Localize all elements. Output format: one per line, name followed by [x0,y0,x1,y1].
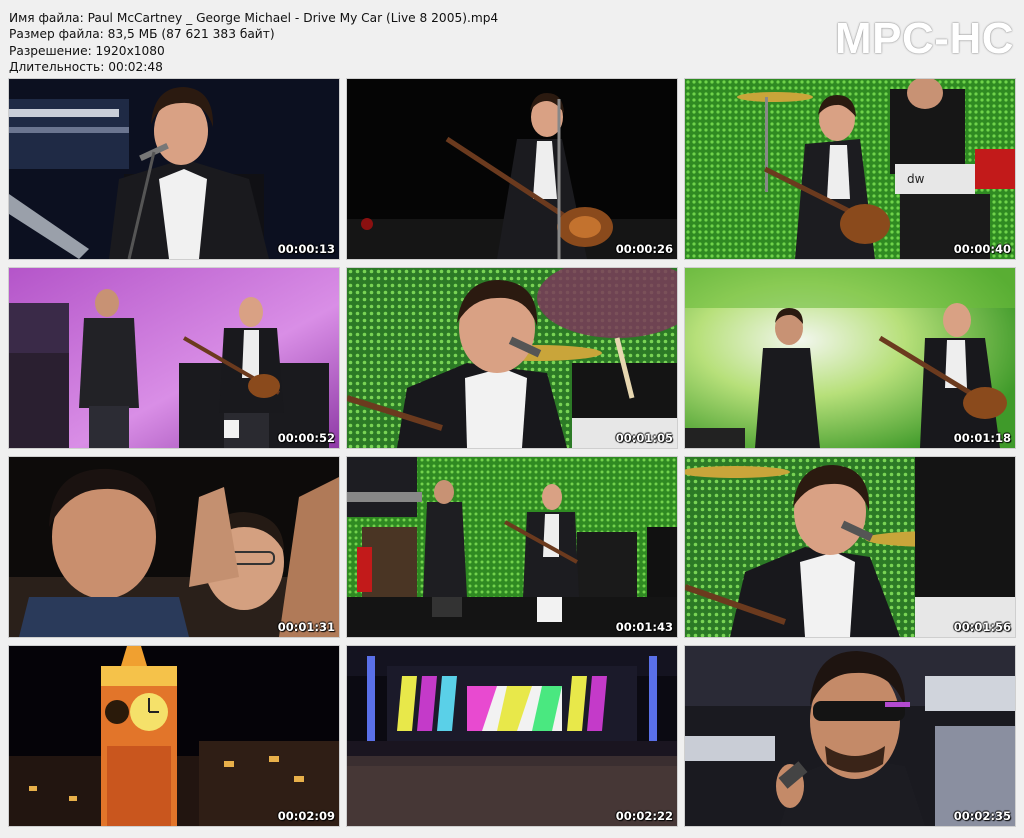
thumbnail-12[interactable]: 00:02:35 [685,646,1015,826]
thumbnail-12-image [685,646,1015,826]
svg-text:dw: dw [907,172,925,186]
timestamp: 00:00:13 [277,242,335,256]
thumbnail-6-image [685,268,1015,448]
timestamp: 00:00:40 [953,242,1011,256]
file-info-panel: Имя файла: Paul McCartney _ George Micha… [9,10,498,75]
timestamp: 00:01:18 [953,431,1011,445]
thumbnail-5-image [347,268,677,448]
thumbnail-9-image [685,457,1015,637]
file-name-line: Имя файла: Paul McCartney _ George Micha… [9,11,499,25]
thumbnail-7-image [9,457,339,637]
timestamp: 00:00:26 [615,242,673,256]
duration-line: Длительность: 00:02:48 [9,59,163,74]
thumbnail-8[interactable]: 00:01:43 [347,457,677,637]
timestamp: 00:01:56 [953,620,1011,634]
timestamp: 00:02:35 [953,809,1011,823]
thumbnail-4[interactable]: 00:00:52 [9,268,339,448]
thumbnail-11[interactable]: 00:02:22 [347,646,677,826]
file-size-line: Размер файла: 83,5 МБ (87 621 383 байт) [9,27,275,42]
thumbnail-4-image [9,268,339,448]
thumbnail-7[interactable]: 00:01:31 [9,457,339,637]
thumbnail-1[interactable]: 00:00:13 [9,79,339,259]
thumbnail-8-image [347,457,677,637]
thumbnail-1-image [9,79,339,259]
resolution-line: Разрешение: 1920x1080 [9,43,165,58]
thumbnail-9[interactable]: 00:01:56 [685,457,1015,637]
thumbnail-2[interactable]: 00:00:26 [347,79,677,259]
timestamp: 00:01:43 [615,620,673,634]
timestamp: 00:01:31 [277,620,335,634]
thumbnail-3[interactable]: dw 00:00:40 [685,79,1015,259]
thumbnail-11-image [347,646,677,826]
timestamp: 00:02:22 [615,809,673,823]
timestamp: 00:02:09 [277,809,335,823]
thumbnail-5[interactable]: 00:01:05 [347,268,677,448]
thumbnail-10[interactable]: 00:02:09 [9,646,339,826]
thumbnail-3-image: dw [685,79,1015,259]
timestamp: 00:01:05 [615,431,673,445]
timestamp: 00:00:52 [277,431,335,445]
thumbnail-10-image [9,646,339,826]
thumbnail-2-image [347,79,677,259]
mpc-hc-logo: MPC-HC [835,14,1014,63]
thumbnail-6[interactable]: 00:01:18 [685,268,1015,448]
